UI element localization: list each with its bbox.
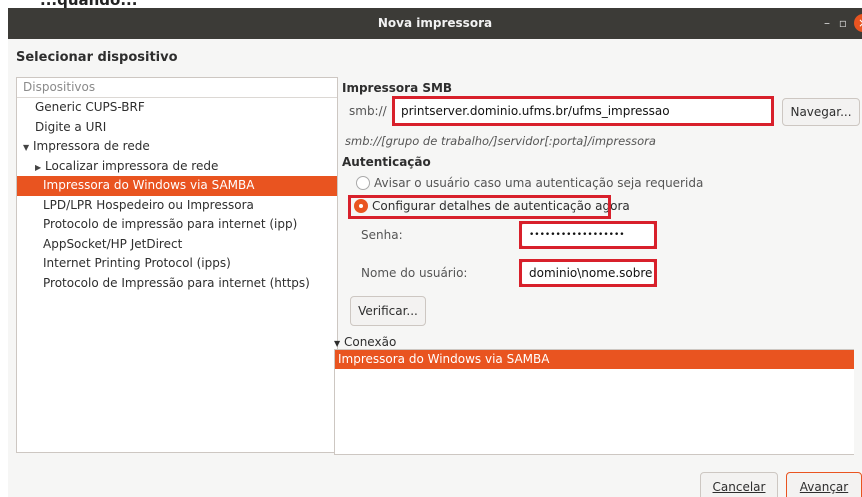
device-list[interactable]: Dispositivos Generic CUPS-BRF Digite a U…	[16, 77, 338, 453]
highlight-box	[519, 259, 657, 287]
maximize-icon[interactable]: ▫	[834, 14, 852, 32]
verify-button-label: Verificar...	[358, 304, 418, 318]
cropped-page-heading: ...quando...	[0, 0, 862, 8]
page-title: Selecionar dispositivo	[16, 50, 178, 65]
device-item-label: LPD/LPR Hospedeiro ou Impressora	[43, 197, 254, 212]
device-item-generic-cups-brf[interactable]: Generic CUPS-BRF	[17, 98, 337, 118]
connection-list[interactable]: Impressora do Windows via SAMBA	[334, 349, 854, 455]
device-item-network-printer[interactable]: ▼ Impressora de rede	[17, 137, 337, 157]
device-item-label: Impressora do Windows via SAMBA	[43, 178, 255, 192]
device-item-label: AppSocket/HP JetDirect	[43, 236, 183, 251]
device-item-enter-uri[interactable]: Digite a URI	[17, 118, 337, 138]
window-title: Nova impressora	[377, 16, 493, 30]
connection-expander[interactable]: ▼ Conexão	[334, 335, 396, 349]
connection-title: Conexão	[343, 335, 397, 349]
radio-prompt-auth[interactable]: Avisar o usuário caso uma autenticação s…	[356, 176, 703, 190]
radio-label: Avisar o usuário caso uma autenticação s…	[374, 176, 704, 190]
device-item-label: Localizar impressora de rede	[45, 158, 219, 173]
device-item-label: Internet Printing Protocol (ipps)	[43, 256, 231, 270]
highlight-box	[348, 195, 611, 219]
auth-section-title: Autenticação	[342, 155, 431, 169]
smb-section-title: Impressora SMB	[342, 81, 453, 95]
cancel-button-label: Cancelar	[712, 480, 766, 494]
device-list-header: Dispositivos	[17, 78, 337, 98]
expander-down-icon[interactable]: ▼	[23, 138, 33, 158]
username-label: Nome do usuário:	[361, 266, 468, 280]
cancel-button[interactable]: Cancelar	[700, 472, 778, 497]
smb-prefix-label: smb://	[349, 104, 387, 118]
device-item-find-network-printer[interactable]: ▶ Localizar impressora de rede	[17, 157, 337, 177]
expander-right-icon[interactable]: ▶	[35, 158, 45, 178]
device-item-label: Protocolo de impressão para internet (ip…	[43, 217, 298, 231]
connection-row[interactable]: Impressora do Windows via SAMBA	[335, 350, 854, 369]
smb-uri-hint: smb://[grupo de trabalho/]servidor[:port…	[345, 134, 656, 148]
device-item-windows-samba[interactable]: Impressora do Windows via SAMBA	[17, 176, 337, 196]
next-button[interactable]: Avançar	[786, 472, 862, 497]
device-item-label: Impressora de rede	[33, 139, 150, 153]
highlight-box	[392, 96, 774, 126]
device-item-label: Protocolo de Impressão para internet (ht…	[43, 275, 310, 290]
device-item-lpd-lpr[interactable]: LPD/LPR Hospedeiro ou Impressora	[17, 196, 337, 216]
device-item-label: Generic CUPS-BRF	[35, 100, 145, 114]
device-item-appsocket[interactable]: AppSocket/HP JetDirect	[17, 235, 337, 255]
radio-icon[interactable]	[356, 176, 370, 190]
device-item-label: Digite a URI	[35, 119, 107, 134]
expander-down-icon[interactable]: ▼	[334, 339, 340, 348]
next-button-label: Avançar	[799, 480, 849, 494]
highlight-box	[519, 221, 657, 249]
browse-button[interactable]: Navegar...	[782, 98, 860, 126]
device-item-ipp[interactable]: Protocolo de impressão para internet (ip…	[17, 215, 337, 235]
window-titlebar[interactable]: Nova impressora – ▫ ×	[8, 8, 862, 39]
verify-button[interactable]: Verificar...	[350, 296, 426, 326]
password-label: Senha:	[361, 228, 403, 242]
device-item-ipps[interactable]: Internet Printing Protocol (ipps)	[17, 254, 337, 274]
device-item-https[interactable]: Protocolo de Impressão para internet (ht…	[17, 274, 337, 294]
